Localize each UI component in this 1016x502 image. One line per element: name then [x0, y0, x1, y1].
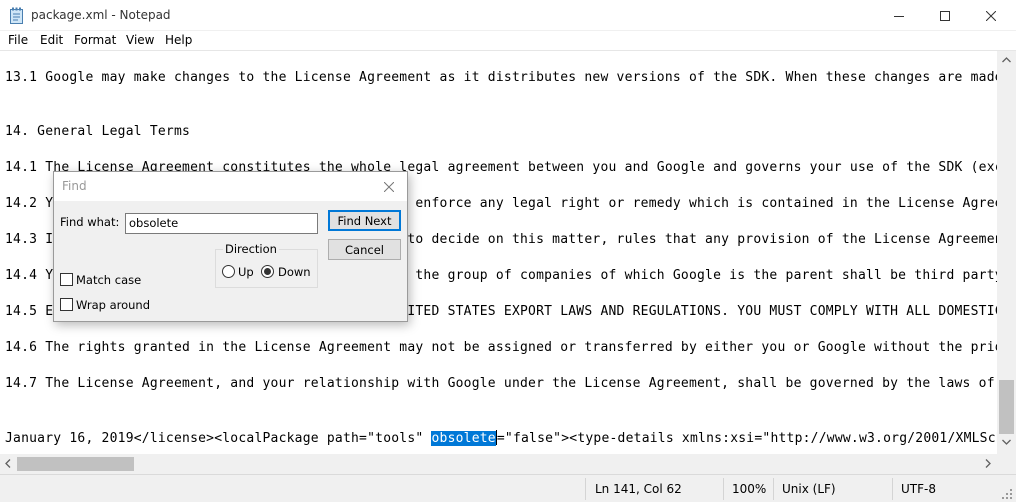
close-button[interactable]: [968, 0, 1014, 31]
text-after-selection: ="false"><type-details xmlns:xsi="http:/…: [496, 431, 997, 446]
direction-down-label[interactable]: Down: [278, 265, 311, 279]
minimize-icon: [894, 15, 904, 17]
direction-up-label[interactable]: Up: [238, 265, 254, 279]
menu-format[interactable]: Format: [74, 33, 116, 47]
scroll-right-icon[interactable]: [985, 459, 991, 468]
find-what-label: Find what:: [60, 215, 120, 229]
match-case-checkbox[interactable]: [60, 273, 73, 286]
close-icon: [986, 10, 996, 21]
vertical-scroll-thumb[interactable]: [999, 380, 1014, 434]
line-ending: Unix (LF): [782, 482, 836, 496]
match-case-label[interactable]: Match case: [76, 273, 141, 287]
minimize-button[interactable]: [876, 0, 922, 31]
find-dialog-title: Find: [62, 179, 87, 193]
scroll-left-icon[interactable]: [5, 459, 11, 468]
direction-label: Direction: [223, 242, 279, 256]
status-bar: Ln 141, Col 62 100% Unix (LF) UTF-8: [0, 474, 1016, 502]
close-icon: [384, 182, 394, 192]
text-line: 14.6 The rights granted in the License A…: [5, 340, 997, 355]
resize-grip-icon[interactable]: [1002, 489, 1013, 500]
find-what-input[interactable]: obsolete: [125, 213, 318, 234]
text-before-selection: January 16, 2019</license><localPackage …: [5, 431, 432, 446]
find-next-button[interactable]: Find Next: [328, 210, 401, 231]
status-divider: [892, 478, 893, 500]
text-line: 14.7 The License Agreement, and your rel…: [5, 376, 995, 391]
menu-view[interactable]: View: [126, 33, 154, 47]
menu-bar: File Edit Format View Help: [0, 31, 1016, 51]
vertical-scrollbar[interactable]: [997, 51, 1016, 454]
scrollbar-corner: [997, 454, 1016, 474]
wrap-around-label[interactable]: Wrap around: [76, 298, 150, 312]
cursor-position: Ln 141, Col 62: [595, 482, 682, 496]
scroll-down-icon[interactable]: [1002, 439, 1011, 445]
selected-text: obsolete: [431, 431, 496, 446]
maximize-button[interactable]: [922, 0, 968, 31]
status-divider: [585, 478, 586, 500]
text-line: 13.1 Google may make changes to the Lice…: [5, 70, 997, 85]
text-line: 14. General Legal Terms: [5, 124, 191, 139]
title-bar[interactable]: package.xml - Notepad: [0, 0, 1016, 31]
cancel-button[interactable]: Cancel: [328, 239, 401, 260]
encoding: UTF-8: [901, 482, 936, 496]
text-line-current: January 16, 2019</license><localPackage …: [5, 430, 997, 446]
menu-help[interactable]: Help: [165, 33, 192, 47]
wrap-around-checkbox[interactable]: [60, 298, 73, 311]
status-divider: [723, 478, 724, 500]
menu-edit[interactable]: Edit: [40, 33, 63, 47]
find-dialog-title-bar[interactable]: Find: [54, 172, 407, 201]
find-dialog[interactable]: Find Find what: obsolete Find Next Cance…: [53, 171, 408, 322]
zoom-level: 100%: [732, 482, 767, 496]
window-title: package.xml - Notepad: [31, 8, 171, 22]
status-divider: [773, 478, 774, 500]
maximize-icon: [940, 10, 950, 21]
horizontal-scroll-thumb[interactable]: [17, 457, 134, 471]
direction-up-radio[interactable]: [222, 265, 235, 278]
horizontal-scrollbar[interactable]: [0, 454, 997, 474]
direction-down-radio[interactable]: [261, 265, 274, 278]
find-dialog-close-button[interactable]: [378, 177, 400, 197]
direction-group: Direction Up Down: [215, 242, 318, 288]
notepad-icon: [10, 7, 23, 24]
scroll-up-icon[interactable]: [1002, 57, 1011, 63]
menu-file[interactable]: File: [8, 33, 28, 47]
